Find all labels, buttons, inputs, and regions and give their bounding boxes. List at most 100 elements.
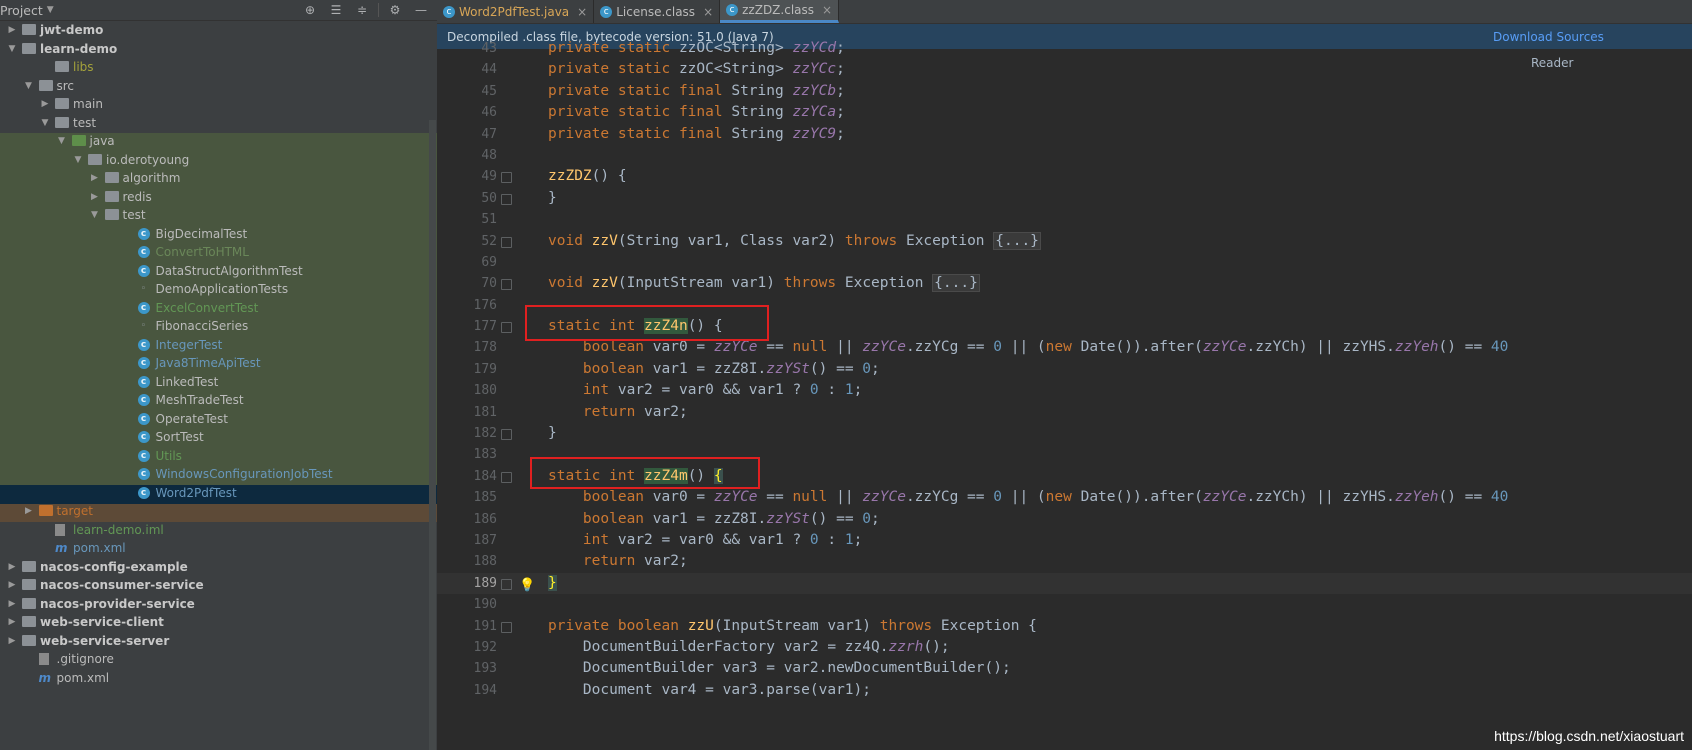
- line-number: 51: [481, 212, 497, 228]
- tree-item[interactable]: ▶ jwt-demo: [0, 21, 437, 40]
- tree-item[interactable]: c ExcelConvertTest: [0, 299, 437, 318]
- tree-item[interactable]: ▼ learn-demo: [0, 40, 437, 59]
- fold-marker-icon[interactable]: [501, 172, 512, 184]
- expanded-arrow-icon[interactable]: ▼: [89, 206, 101, 225]
- expanded-arrow-icon[interactable]: ▼: [56, 132, 68, 151]
- globe-icon[interactable]: ⊕: [298, 1, 322, 19]
- tree-item-label: .gitignore: [56, 652, 114, 666]
- code-text: zzZDZ() {: [548, 168, 627, 185]
- tree-item[interactable]: ▶ target: [0, 502, 437, 521]
- code-line: 185 boolean var0 = zzYCe == null || zzYC…: [437, 487, 1692, 508]
- tree-item-label: algorithm: [122, 171, 181, 185]
- tree-item[interactable]: ▶ web-service-server: [0, 632, 437, 651]
- collapsed-arrow-icon[interactable]: ▶: [23, 502, 35, 521]
- collapse-all-icon[interactable]: ☰: [324, 1, 348, 19]
- tree-item[interactable]: c BigDecimalTest: [0, 225, 437, 244]
- collapsed-arrow-icon[interactable]: ▶: [6, 558, 18, 577]
- code-editor[interactable]: 43 private static zzOC<String> zzYCd; 44 pr…: [437, 38, 1692, 701]
- editor-tab[interactable]: c Word2PdfTest.java ×: [437, 0, 595, 23]
- tree-item[interactable]: ▶ redis: [0, 188, 437, 207]
- tree-item[interactable]: libs: [0, 58, 437, 77]
- tree-item-label: pom.xml: [56, 670, 110, 685]
- fold-marker-icon[interactable]: [501, 621, 512, 633]
- expanded-arrow-icon[interactable]: ▼: [6, 40, 18, 59]
- tree-item[interactable]: ▼ test: [0, 206, 437, 225]
- collapsed-arrow-icon[interactable]: ▶: [6, 613, 18, 632]
- fold-marker-icon[interactable]: [501, 471, 512, 483]
- tree-item[interactable]: c Java8TimeApiTest: [0, 354, 437, 373]
- collapsed-arrow-icon[interactable]: ▶: [89, 169, 101, 188]
- line-number: 177: [473, 319, 497, 335]
- tree-item[interactable]: ▼ test: [0, 114, 437, 133]
- tree-item-label: MeshTradeTest: [155, 393, 244, 407]
- editor-tab[interactable]: c zzZDZ.class ×: [720, 0, 840, 23]
- tree-item[interactable]: c Utils: [0, 447, 437, 466]
- code-line: 180 int var2 = var0 && var1 ? 0 : 1;: [437, 380, 1692, 401]
- collapsed-arrow-icon[interactable]: ▶: [89, 188, 101, 207]
- tree-item[interactable]: c MeshTradeTest: [0, 391, 437, 410]
- tree-item[interactable]: ▼ io.derotyoung: [0, 151, 437, 170]
- close-icon[interactable]: ×: [703, 5, 713, 19]
- project-scrollbar[interactable]: [429, 120, 436, 750]
- collapsed-arrow-icon[interactable]: ▶: [39, 95, 51, 114]
- gear-icon[interactable]: ⚙: [383, 1, 407, 19]
- code-text: private static zzOC<String> zzYCc;: [548, 61, 845, 78]
- fold-marker-icon[interactable]: [501, 429, 512, 441]
- collapsed-arrow-icon[interactable]: ▶: [6, 21, 18, 40]
- tree-item[interactable]: ▶ algorithm: [0, 169, 437, 188]
- code-line: 190: [437, 594, 1692, 615]
- fold-marker-icon[interactable]: [501, 578, 512, 590]
- collapsed-arrow-icon[interactable]: ▶: [6, 576, 18, 595]
- tree-item[interactable]: c LinkedTest: [0, 373, 437, 392]
- tree-item-label: main: [73, 97, 103, 111]
- tab-label: License.class: [616, 4, 696, 19]
- tree-item[interactable]: ▶ web-service-client: [0, 613, 437, 632]
- project-title[interactable]: Project ▼: [0, 3, 54, 18]
- tree-item[interactable]: ▼ src: [0, 77, 437, 96]
- folder-icon: [22, 42, 36, 54]
- lightbulb-icon[interactable]: 💡: [519, 575, 535, 596]
- tree-item[interactable]: c WindowsConfigurationJobTest: [0, 465, 437, 484]
- fold-marker-icon[interactable]: [501, 279, 512, 291]
- reader-mode-button[interactable]: Reader: [1531, 56, 1573, 70]
- folder-icon: [55, 61, 69, 72]
- tree-item[interactable]: c ConvertToHTML: [0, 243, 437, 262]
- expand-icon[interactable]: ≑: [350, 1, 374, 19]
- fold-marker-icon[interactable]: [501, 193, 512, 205]
- tree-item[interactable]: c DataStructAlgorithmTest: [0, 262, 437, 281]
- tree-item[interactable]: ▶ nacos-provider-service: [0, 595, 437, 614]
- tree-item[interactable]: .gitignore: [0, 650, 437, 669]
- line-number: 178: [473, 340, 497, 356]
- expanded-arrow-icon[interactable]: ▼: [39, 114, 51, 133]
- code-line: 51: [437, 209, 1692, 230]
- collapsed-arrow-icon[interactable]: ▶: [6, 595, 18, 614]
- class-icon: c: [137, 412, 150, 425]
- minimize-icon[interactable]: —: [409, 1, 433, 19]
- tree-item[interactable]: m pom.xml: [0, 669, 437, 688]
- close-icon[interactable]: ×: [577, 5, 587, 19]
- tree-item-label: web-service-server: [40, 633, 170, 648]
- tree-item[interactable]: ◦ DemoApplicationTests: [0, 280, 437, 299]
- tree-item[interactable]: c OperateTest: [0, 410, 437, 429]
- editor-tab[interactable]: c License.class ×: [594, 0, 721, 23]
- code-text: }: [548, 574, 557, 591]
- close-icon[interactable]: ×: [822, 3, 832, 17]
- expanded-arrow-icon[interactable]: ▼: [72, 151, 84, 170]
- line-number: 50: [481, 190, 497, 206]
- expanded-arrow-icon[interactable]: ▼: [23, 77, 35, 96]
- code-text: private static zzOC<String> zzYCd;: [548, 40, 845, 56]
- tree-item[interactable]: ▼ java: [0, 132, 437, 151]
- tree-item[interactable]: c Word2PdfTest: [0, 484, 437, 503]
- tree-item[interactable]: learn-demo.iml: [0, 521, 437, 540]
- tree-item[interactable]: ◦ FibonacciSeries: [0, 317, 437, 336]
- tree-item[interactable]: m pom.xml: [0, 539, 437, 558]
- fold-marker-icon[interactable]: [501, 322, 512, 334]
- tree-item[interactable]: ▶ nacos-consumer-service: [0, 576, 437, 595]
- tree-item[interactable]: c SortTest: [0, 428, 437, 447]
- tree-item[interactable]: ▶ main: [0, 95, 437, 114]
- collapsed-arrow-icon[interactable]: ▶: [6, 632, 18, 651]
- tree-item-label: BigDecimalTest: [155, 226, 248, 241]
- tree-item[interactable]: ▶ nacos-config-example: [0, 558, 437, 577]
- fold-marker-icon[interactable]: [501, 236, 512, 248]
- tree-item[interactable]: c IntegerTest: [0, 336, 437, 355]
